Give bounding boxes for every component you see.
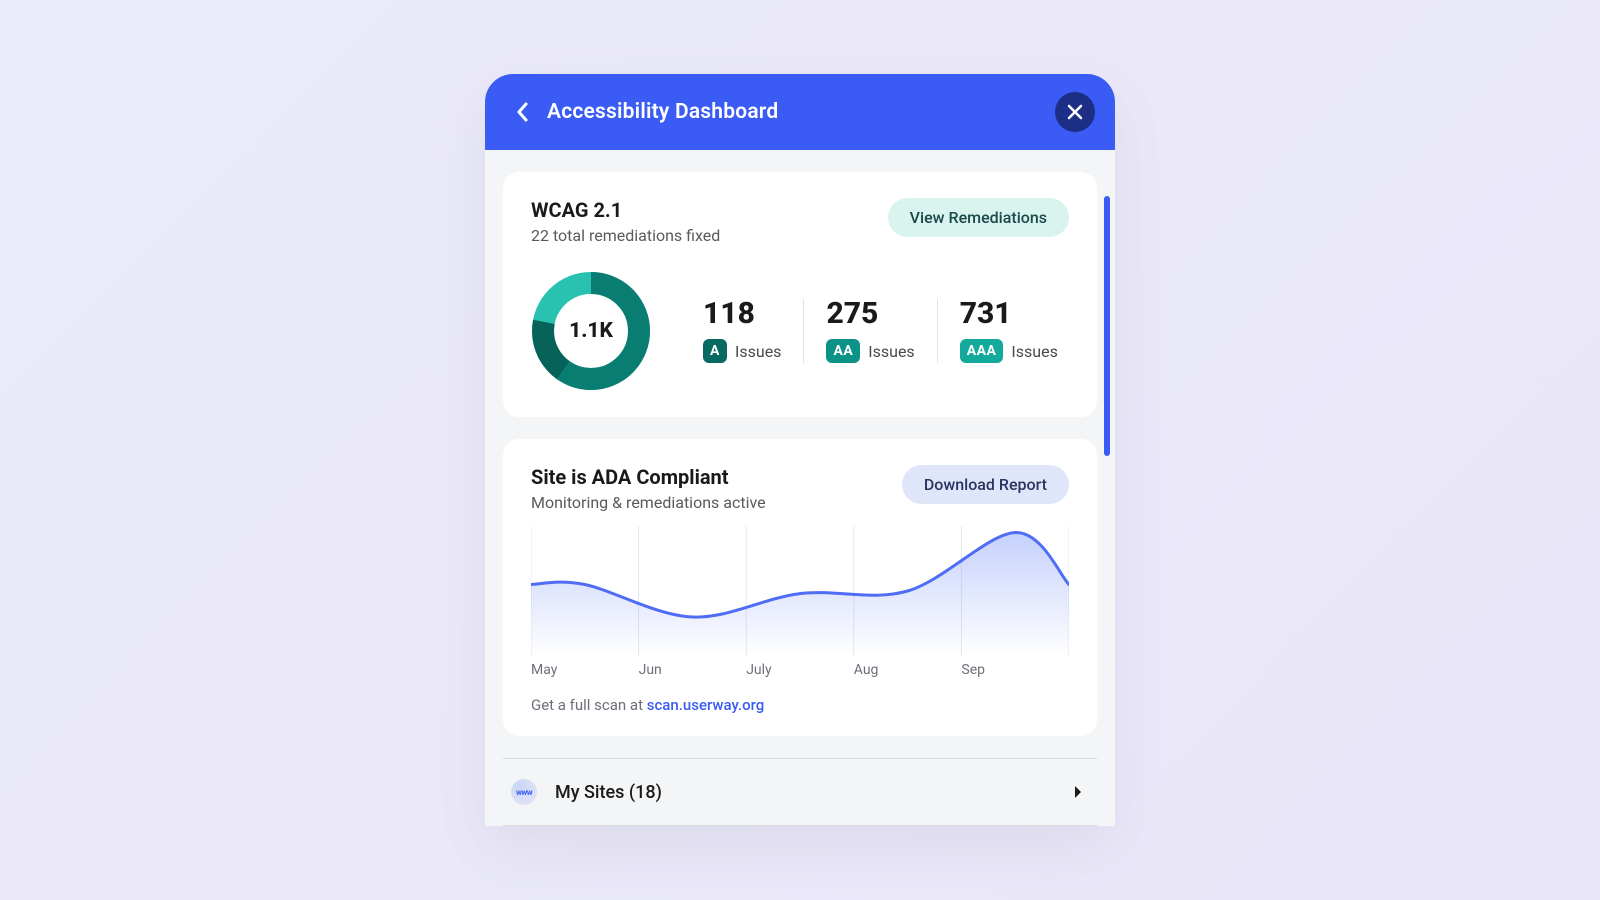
issues-level-aa: 275 AA Issues [803, 299, 936, 363]
chevron-right-icon [1073, 785, 1083, 799]
www-icon: www [511, 779, 537, 805]
wcag-card: WCAG 2.1 22 total remediations fixed Vie… [503, 172, 1097, 417]
level-badge-aaa: AAA [960, 339, 1004, 363]
trend-chart-svg [531, 526, 1069, 656]
close-icon [1067, 104, 1083, 120]
scrollbar-thumb[interactable] [1104, 196, 1110, 456]
chart-tick-label: July [746, 662, 854, 678]
compliance-card: Site is ADA Compliant Monitoring & remed… [503, 439, 1097, 736]
level-badge-a: A [703, 339, 727, 363]
my-sites-row[interactable]: www My Sites (18) [503, 758, 1097, 826]
scan-link[interactable]: scan.userway.org [647, 696, 765, 714]
chart-tick-label: Jun [639, 662, 747, 678]
dashboard-panel: Accessibility Dashboard WCAG 2.1 22 tota… [485, 74, 1115, 826]
level-badge-aa: AA [826, 339, 860, 363]
page-title: Accessibility Dashboard [547, 100, 778, 124]
chart-tick-label: Aug [854, 662, 962, 678]
view-remediations-button[interactable]: View Remediations [888, 198, 1069, 237]
chart-tick-label: May [531, 662, 639, 678]
issues-level-aaa: 731 AAA Issues [937, 299, 1080, 363]
wcag-card-header: WCAG 2.1 22 total remediations fixed Vie… [531, 198, 1069, 245]
stat-label: Issues [1011, 342, 1057, 361]
chevron-left-icon [516, 102, 530, 122]
stat-value: 275 [826, 299, 914, 329]
issues-level-a: 118 A Issues [681, 299, 803, 363]
header-bar: Accessibility Dashboard [485, 74, 1115, 150]
wcag-stats-row: 1.1K 118 A Issues 275 AA Issues [531, 271, 1069, 391]
stat-value: 118 [703, 299, 781, 329]
back-button[interactable] [509, 98, 537, 126]
content-area: WCAG 2.1 22 total remediations fixed Vie… [485, 172, 1115, 826]
stat-label: Issues [735, 342, 781, 361]
my-sites-label: My Sites (18) [555, 782, 1073, 803]
stat-label: Issues [868, 342, 914, 361]
close-button[interactable] [1055, 92, 1095, 132]
compliance-card-header: Site is ADA Compliant Monitoring & remed… [531, 465, 1069, 512]
wcag-title: WCAG 2.1 [531, 198, 720, 222]
scan-prefix: Get a full scan at [531, 696, 647, 714]
chart-tick-label: Sep [961, 662, 1069, 678]
donut-center-value: 1.1K [531, 271, 651, 391]
wcag-subtitle: 22 total remediations fixed [531, 226, 720, 245]
chart-x-labels: MayJunJulyAugSep [531, 662, 1069, 678]
compliance-title: Site is ADA Compliant [531, 465, 766, 489]
scan-hint: Get a full scan at scan.userway.org [531, 696, 1069, 714]
compliance-subtitle: Monitoring & remediations active [531, 493, 766, 512]
download-report-button[interactable]: Download Report [902, 465, 1069, 504]
donut-chart: 1.1K [531, 271, 651, 391]
stat-value: 731 [960, 299, 1058, 329]
trend-chart [531, 526, 1069, 656]
